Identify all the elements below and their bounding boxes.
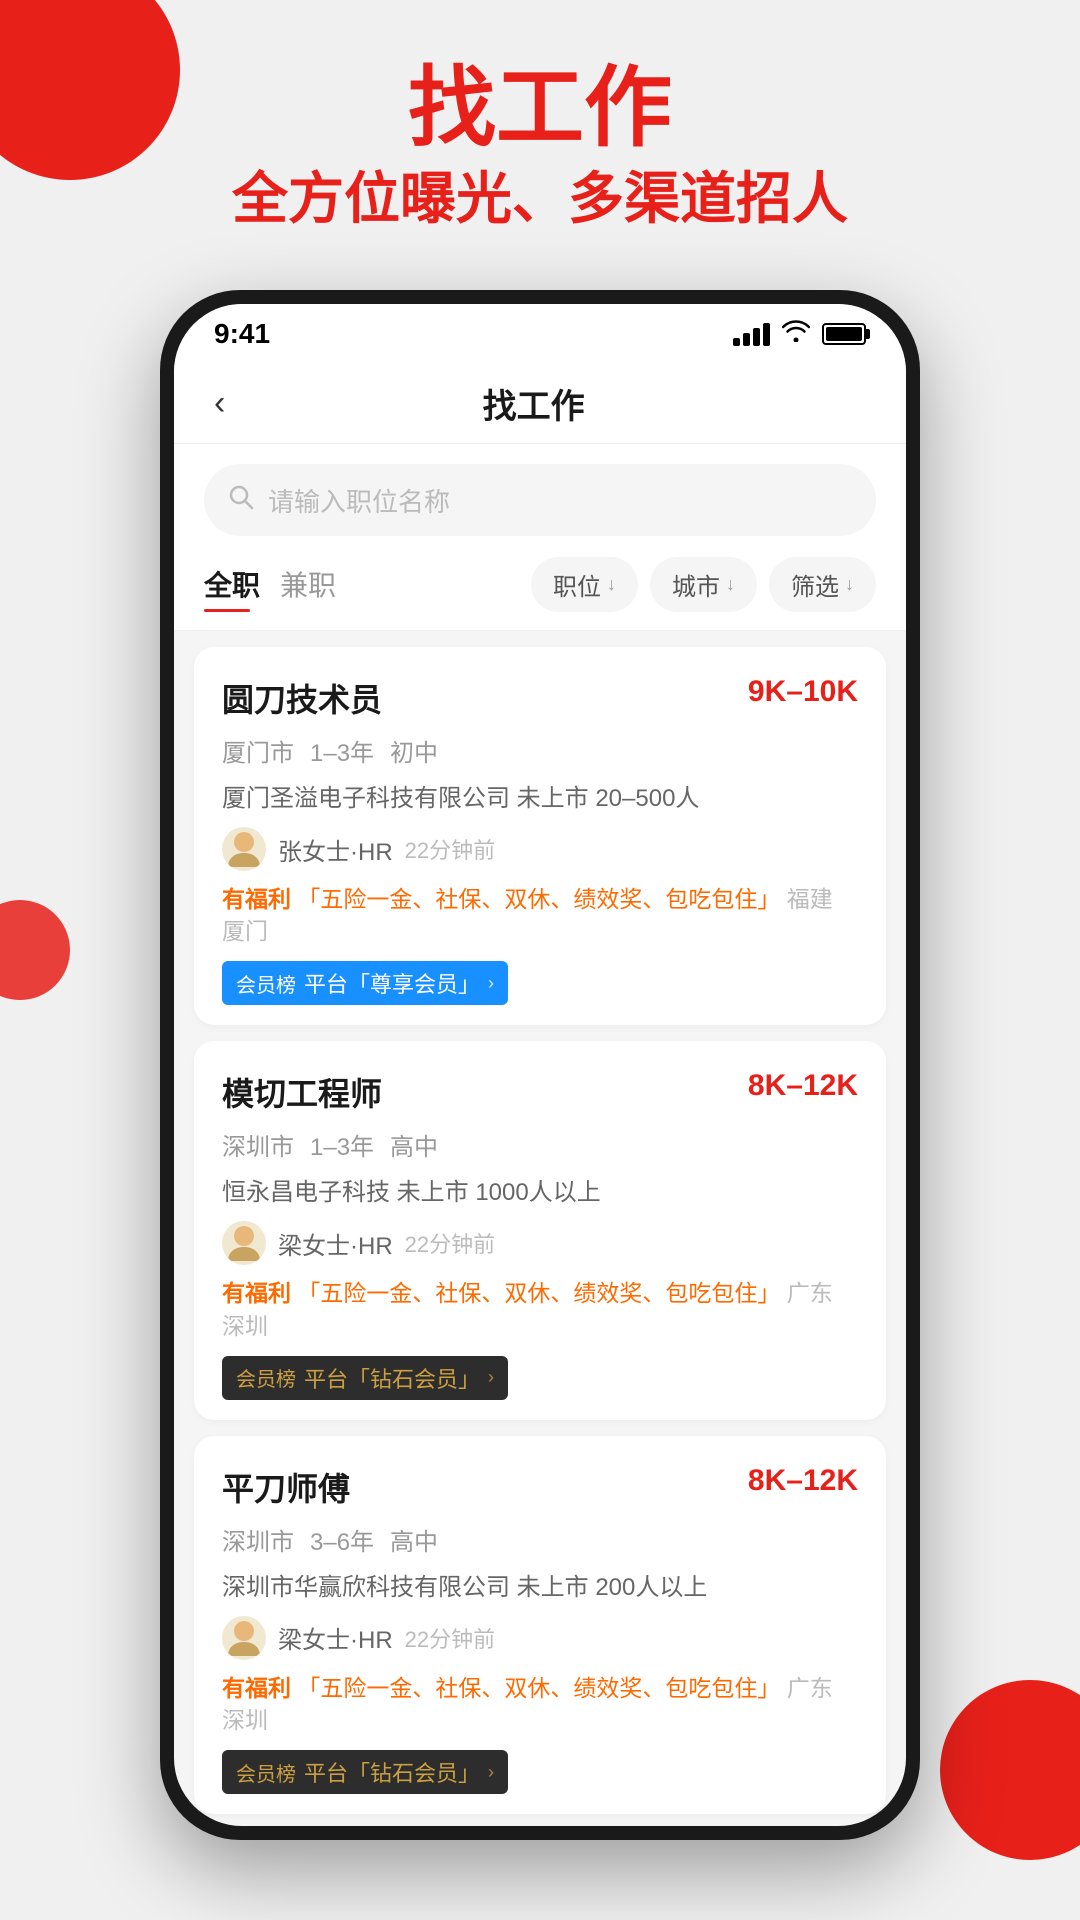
hr-name: 梁女士·HR xyxy=(278,1620,393,1655)
job-meta: 深圳市 1–3年 高中 xyxy=(222,1127,858,1162)
signal-icon xyxy=(733,323,770,346)
wifi-icon xyxy=(782,320,810,349)
job-meta: 深圳市 3–6年 高中 xyxy=(222,1522,858,1557)
badge-text: 平台「尊享会员」 xyxy=(304,967,480,999)
badge-prefix: 会员榜 xyxy=(236,1363,296,1392)
hr-time: 22分钟前 xyxy=(405,833,495,865)
filter-screen[interactable]: 筛选 ↓ xyxy=(769,557,876,612)
status-time: 9:41 xyxy=(214,318,270,350)
job-title: 圆刀技术员 xyxy=(222,675,382,721)
job-salary: 8K–12K xyxy=(748,1069,858,1103)
phone-screen: 9:41 xyxy=(174,304,906,1826)
job-hr: 张女士·HR 22分钟前 xyxy=(222,827,858,871)
job-hr: 梁女士·HR 22分钟前 xyxy=(222,1221,858,1265)
badge-prefix: 会员榜 xyxy=(236,969,296,998)
job-card[interactable]: 模切工程师 8K–12K 深圳市 1–3年 高中 恒永昌电子科技 未上市 100… xyxy=(194,1041,886,1419)
status-bar: 9:41 xyxy=(174,304,906,364)
filter-buttons: 职位 ↓ 城市 ↓ 筛选 ↓ xyxy=(531,557,876,612)
benefits-text: 「五险一金、社保、双休、绩效奖、包吃包住」 xyxy=(297,1280,780,1306)
job-card-header: 模切工程师 8K–12K xyxy=(222,1069,858,1115)
avatar xyxy=(222,1616,266,1660)
hr-time: 22分钟前 xyxy=(405,1622,495,1654)
status-icons xyxy=(733,320,866,349)
chevron-down-icon: ↓ xyxy=(726,574,735,595)
benefits-text: 「五险一金、社保、双休、绩效奖、包吃包住」 xyxy=(297,886,780,912)
chevron-right-icon: › xyxy=(488,1762,494,1783)
job-salary: 8K–12K xyxy=(748,1464,858,1498)
benefits-label: 有福利 xyxy=(222,1675,291,1701)
search-icon xyxy=(228,484,254,517)
job-company: 深圳市华赢欣科技有限公司 未上市 200人以上 xyxy=(222,1567,858,1602)
hr-time: 22分钟前 xyxy=(405,1227,495,1259)
page-title: 找工作 xyxy=(235,379,832,428)
tab-parttime[interactable]: 兼职 xyxy=(280,556,356,612)
tab-fulltime[interactable]: 全职 xyxy=(204,556,280,612)
job-benefits: 有福利 「五险一金、社保、双休、绩效奖、包吃包住」 广东 深圳 xyxy=(222,1277,858,1341)
member-badge[interactable]: 会员榜 平台「钻石会员」 › xyxy=(222,1750,508,1794)
header-section: 找工作 全方位曝光、多渠道招人 xyxy=(0,60,1080,232)
phone-frame: 9:41 xyxy=(160,290,920,1840)
job-title: 平刀师傅 xyxy=(222,1464,350,1510)
chevron-right-icon: › xyxy=(488,1367,494,1388)
avatar xyxy=(222,1221,266,1265)
battery-icon xyxy=(822,323,866,345)
job-list: 圆刀技术员 9K–10K 厦门市 1–3年 初中 厦门圣溢电子科技有限公司 未上… xyxy=(174,631,906,1826)
main-title: 找工作 xyxy=(0,60,1080,157)
back-button[interactable]: ‹ xyxy=(204,374,235,433)
job-meta: 厦门市 1–3年 初中 xyxy=(222,733,858,768)
chevron-down-icon: ↓ xyxy=(845,574,854,595)
filter-city[interactable]: 城市 ↓ xyxy=(650,557,757,612)
chevron-down-icon: ↓ xyxy=(607,574,616,595)
job-benefits: 有福利 「五险一金、社保、双休、绩效奖、包吃包住」 福建 厦门 xyxy=(222,883,858,947)
job-benefits: 有福利 「五险一金、社保、双休、绩效奖、包吃包住」 广东 深圳 xyxy=(222,1672,858,1736)
job-type-tabs: 全职 兼职 xyxy=(204,556,531,612)
bg-decoration-circle-mid-left xyxy=(0,900,70,1000)
hr-name: 梁女士·HR xyxy=(278,1226,393,1261)
benefits-label: 有福利 xyxy=(222,886,291,912)
chevron-right-icon: › xyxy=(488,973,494,994)
job-company: 厦门圣溢电子科技有限公司 未上市 20–500人 xyxy=(222,778,858,813)
job-card-header: 圆刀技术员 9K–10K xyxy=(222,675,858,721)
job-card[interactable]: 圆刀技术员 9K–10K 厦门市 1–3年 初中 厦门圣溢电子科技有限公司 未上… xyxy=(194,647,886,1025)
nav-bar: ‹ 找工作 xyxy=(174,364,906,444)
benefits-label: 有福利 xyxy=(222,1280,291,1306)
badge-prefix: 会员榜 xyxy=(236,1758,296,1787)
benefits-text: 「五险一金、社保、双休、绩效奖、包吃包住」 xyxy=(297,1675,780,1701)
job-card-header: 平刀师傅 8K–12K xyxy=(222,1464,858,1510)
badge-text: 平台「钻石会员」 xyxy=(304,1362,480,1394)
job-title: 模切工程师 xyxy=(222,1069,382,1115)
job-company: 恒永昌电子科技 未上市 1000人以上 xyxy=(222,1172,858,1207)
badge-text: 平台「钻石会员」 xyxy=(304,1756,480,1788)
bg-decoration-circle-bottom-right xyxy=(940,1680,1080,1860)
search-area: 请输入职位名称 xyxy=(174,444,906,556)
filter-area: 全职 兼职 职位 ↓ 城市 ↓ 筛选 ↓ xyxy=(174,556,906,631)
job-salary: 9K–10K xyxy=(748,675,858,709)
search-input[interactable]: 请输入职位名称 xyxy=(268,482,450,519)
member-badge[interactable]: 会员榜 平台「尊享会员」 › xyxy=(222,961,508,1005)
sub-title: 全方位曝光、多渠道招人 xyxy=(0,165,1080,232)
avatar xyxy=(222,827,266,871)
filter-position[interactable]: 职位 ↓ xyxy=(531,557,638,612)
hr-name: 张女士·HR xyxy=(278,832,393,867)
job-hr: 梁女士·HR 22分钟前 xyxy=(222,1616,858,1660)
job-card[interactable]: 平刀师傅 8K–12K 深圳市 3–6年 高中 深圳市华赢欣科技有限公司 未上市… xyxy=(194,1436,886,1814)
member-badge[interactable]: 会员榜 平台「钻石会员」 › xyxy=(222,1356,508,1400)
search-box[interactable]: 请输入职位名称 xyxy=(204,464,876,536)
